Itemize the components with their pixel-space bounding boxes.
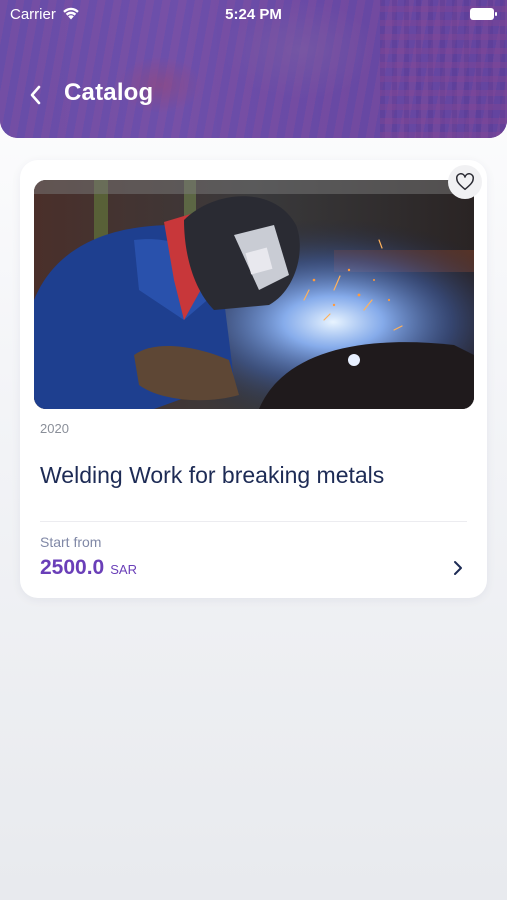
battery-icon — [470, 8, 498, 20]
heart-outline-icon — [456, 173, 474, 191]
status-time: 5:24 PM — [225, 6, 282, 23]
price-value: 2500.0 — [40, 556, 105, 579]
chevron-left-icon — [30, 85, 41, 105]
back-button[interactable] — [22, 80, 48, 110]
favorite-button[interactable] — [448, 165, 482, 199]
header: Carrier 5:24 PM Catalog — [0, 0, 507, 138]
chevron-right-icon — [454, 561, 462, 575]
divider — [40, 521, 467, 522]
start-from-label: Start from — [40, 534, 102, 550]
card-image[interactable] — [34, 180, 474, 409]
item-title[interactable]: Welding Work for breaking metals — [40, 462, 384, 489]
status-bar: Carrier 5:24 PM — [0, 0, 507, 30]
item-year: 2020 — [40, 421, 69, 436]
price-currency: SAR — [110, 562, 137, 577]
details-button[interactable] — [448, 557, 468, 579]
catalog-card[interactable]: 2020 Welding Work for breaking metals St… — [20, 160, 487, 598]
page-title: Catalog — [64, 79, 154, 106]
welding-photo — [34, 180, 474, 409]
price: 2500.0 SAR — [40, 556, 137, 582]
